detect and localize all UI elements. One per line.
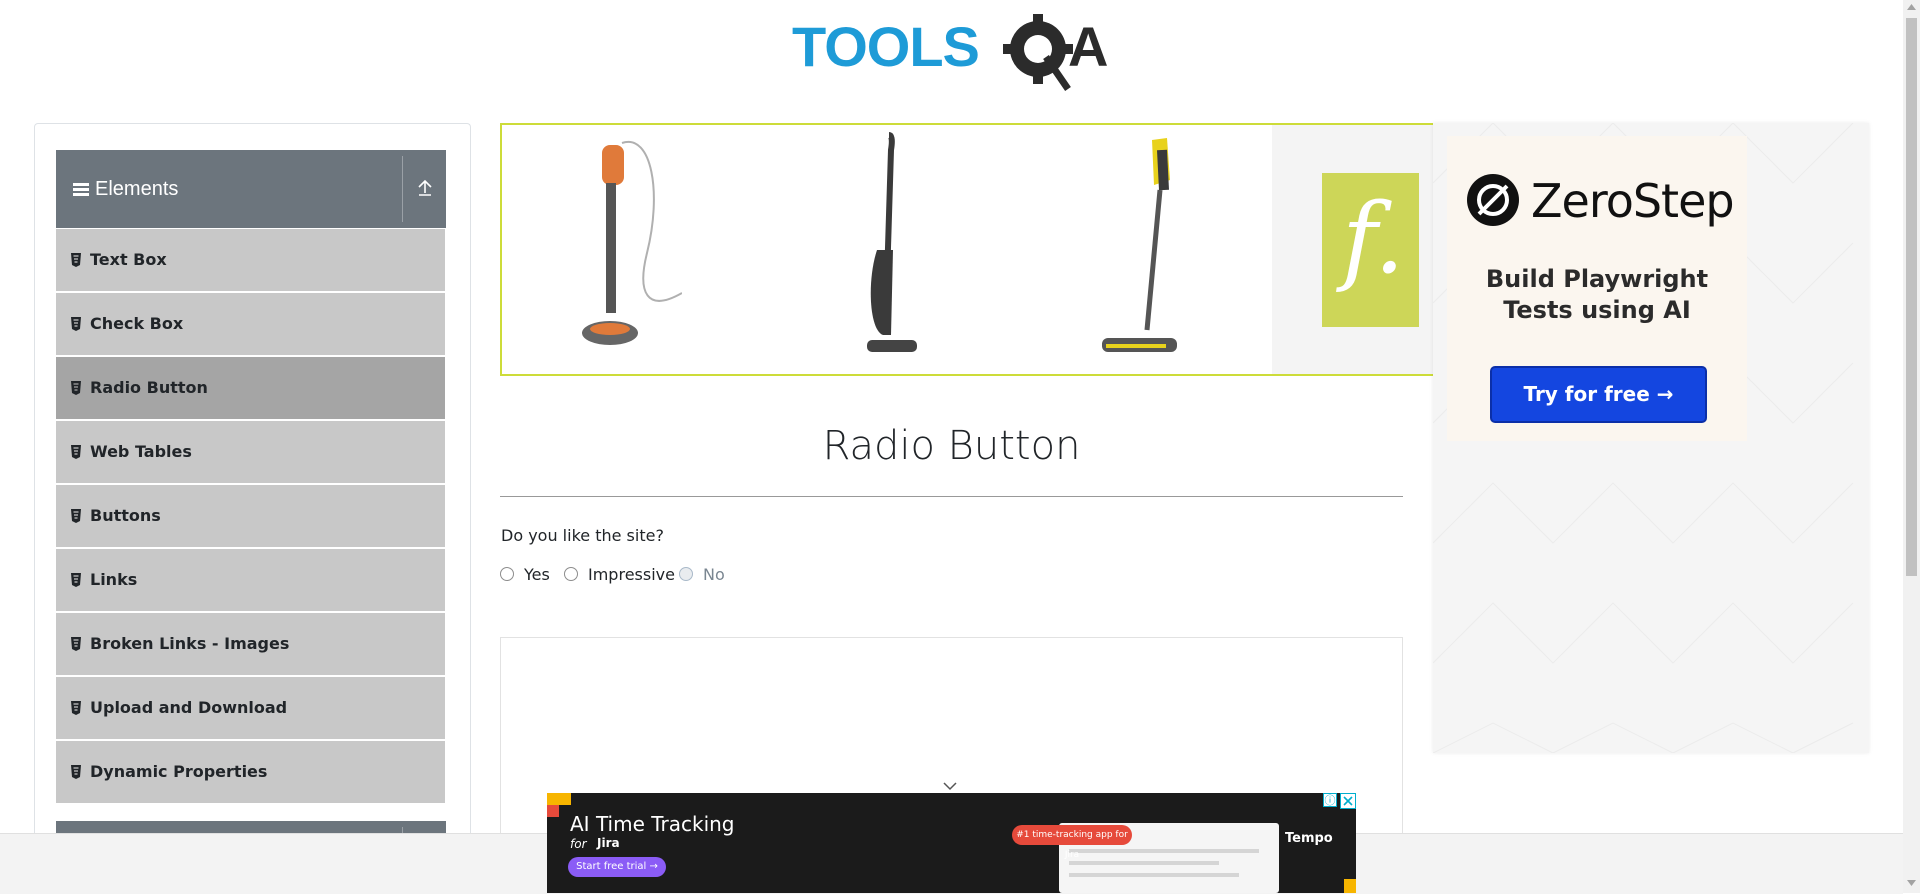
top-ad-banner[interactable]: f.	[500, 123, 1434, 376]
vertical-scrollbar[interactable]	[1903, 0, 1920, 893]
chevron-down-icon[interactable]	[942, 780, 958, 792]
zerostep-tagline-line1: Build Playwright	[1485, 265, 1709, 293]
sidebar-item-label: Buttons	[90, 506, 161, 525]
vacuum-product-image	[1102, 138, 1177, 352]
svg-text:A: A	[1068, 15, 1108, 78]
bottom-ad-jira-text: Jira	[597, 836, 620, 850]
scroll-up-icon[interactable]	[1907, 4, 1916, 10]
html5-icon	[71, 509, 81, 523]
ad-close-icon[interactable]	[1340, 793, 1356, 809]
vacuum-product-image	[582, 140, 682, 345]
elements-group-title: Elements	[95, 178, 179, 200]
html5-icon	[71, 701, 81, 715]
zerostep-ad-card[interactable]: ZeroStep Build Playwright Tests using AI…	[1447, 136, 1747, 441]
zerostep-brand-name: ZeroStep	[1531, 174, 1735, 228]
radio-input-no	[679, 567, 693, 581]
ad-decoration	[1344, 879, 1356, 893]
sidebar-item-dynamic-properties[interactable]: Dynamic Properties	[56, 741, 445, 804]
tempo-brand: Tempo	[1285, 831, 1333, 846]
radio-label-no: No	[703, 565, 725, 584]
sidebar-item-label: Text Box	[90, 250, 167, 269]
start-free-trial-button[interactable]: Start free trial →	[568, 857, 666, 877]
radio-label-yes[interactable]: Yes	[524, 565, 550, 584]
menu-icon	[73, 183, 89, 197]
sidebar-item-label: Links	[90, 570, 138, 589]
forms-group-header[interactable]	[56, 821, 446, 833]
right-side-ad[interactable]: ZeroStep Build Playwright Tests using AI…	[1433, 123, 1869, 753]
vacuum-product-image	[867, 132, 917, 352]
radio-question-label: Do you like the site?	[501, 526, 664, 545]
sidebar-item-label: Web Tables	[90, 442, 192, 461]
html5-icon	[71, 253, 81, 267]
collapse-up-icon[interactable]	[416, 178, 434, 198]
html5-icon	[71, 573, 81, 587]
group-header-divider	[402, 156, 403, 222]
ad-decoration	[547, 793, 571, 805]
sidebar-item-label: Radio Button	[90, 378, 208, 397]
html5-icon	[71, 381, 81, 395]
sidebar-item-broken-links[interactable]: Broken Links - Images	[56, 613, 445, 676]
try-for-free-button[interactable]: Try for free →	[1490, 366, 1707, 423]
html5-icon	[71, 765, 81, 779]
sidebar-item-web-tables[interactable]: Web Tables	[56, 421, 445, 484]
html5-icon	[71, 445, 81, 459]
zerostep-tagline-line2: Tests using AI	[1503, 296, 1691, 324]
bottom-ad-tempo[interactable]: AI Time Tracking for Jira Start free tri…	[547, 793, 1356, 893]
sidebar-item-check-box[interactable]: Check Box	[56, 293, 445, 356]
scroll-down-icon[interactable]	[1907, 880, 1916, 886]
zerostep-logo-icon	[1467, 174, 1519, 226]
sidebar-item-label: Upload and Download	[90, 698, 288, 717]
sidebar-item-label: Broken Links - Images	[90, 634, 290, 653]
scrollbar-thumb[interactable]	[1906, 18, 1917, 576]
sidebar-item-text-box[interactable]: Text Box	[56, 229, 445, 292]
sidebar-item-radio-button[interactable]: Radio Button	[56, 357, 445, 420]
sidebar-item-buttons[interactable]: Buttons	[56, 485, 445, 548]
sidebar-item-label: Dynamic Properties	[90, 762, 268, 781]
page-title: Radio Button	[822, 423, 1081, 469]
svg-text:TOOLS: TOOLS	[792, 15, 979, 78]
elements-group-header[interactable]: Elements	[56, 150, 446, 228]
radio-input-yes[interactable]	[500, 567, 514, 581]
title-divider	[500, 496, 1403, 497]
html5-icon	[71, 637, 81, 651]
radio-input-impressive[interactable]	[564, 567, 578, 581]
toolsqa-logo[interactable]: TOOLS A	[790, 14, 1115, 92]
bottom-ad-for-text: for	[570, 837, 587, 851]
sidebar-item-upload-download[interactable]: Upload and Download	[56, 677, 445, 740]
brand-logo-tile[interactable]: f.	[1322, 173, 1419, 327]
ad-info-icon[interactable]: ⓘ	[1323, 793, 1337, 807]
bottom-ad-title: AI Time Tracking	[570, 812, 735, 836]
sidebar-item-links[interactable]: Links	[56, 549, 445, 612]
bottom-ad-pill: #1 time-tracking app for Jira	[1012, 825, 1132, 860]
html5-icon	[71, 317, 81, 331]
zerostep-tagline: Build Playwright Tests using AI	[1447, 264, 1747, 326]
ad-decoration	[547, 805, 559, 817]
sidebar-item-label: Check Box	[90, 314, 184, 333]
radio-label-impressive[interactable]: Impressive	[588, 565, 675, 584]
